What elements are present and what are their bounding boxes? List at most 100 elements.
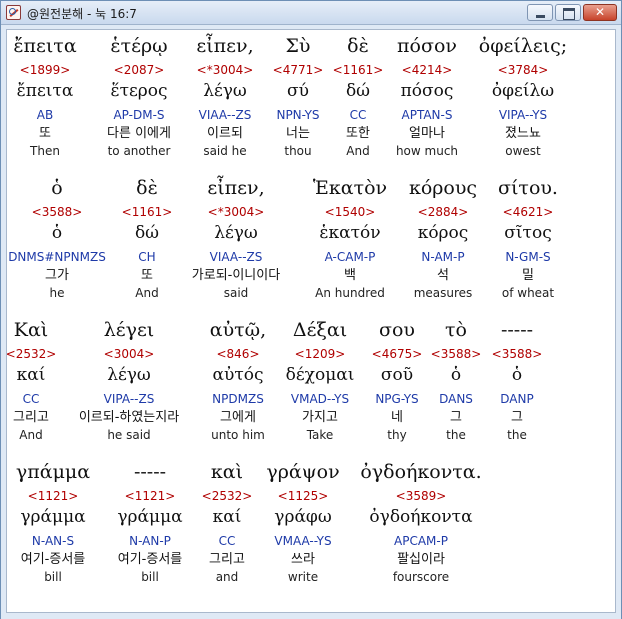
word-cell[interactable]: αὐτῷ, <846> αὐτός NPDMZS 그에게 unto him [203, 314, 273, 444]
lemma: ἑκατόν [319, 223, 381, 243]
greek-word: Σὺ [285, 35, 311, 57]
minimize-button[interactable] [527, 4, 553, 21]
korean-gloss: 팔십이라 [397, 552, 445, 567]
strong-number[interactable]: <2087> [114, 62, 165, 79]
lemma: ἔπειτα [16, 81, 74, 101]
word-cell[interactable]: γπάμμα <1121> γράμμα N-AN-S 여기-증서를 bill [7, 456, 99, 586]
korean-gloss: 졌느뇨 [505, 126, 541, 141]
lemma: ὁ [511, 365, 523, 385]
english-gloss: Take [306, 428, 334, 442]
word-cell[interactable]: καὶ <2532> καί CC 그리고 and [199, 456, 255, 586]
greek-word: πόσον [397, 35, 457, 57]
strong-number[interactable]: <2884> [418, 204, 469, 221]
lemma: σοῦ [380, 365, 414, 385]
greek-word: Ἑκατὸν [312, 177, 388, 199]
word-cell[interactable]: ὁ <3588> ὁ DNMS#NPNMZS 그가 he [7, 172, 107, 302]
korean-gloss: 그에게 [220, 410, 256, 425]
english-gloss: And [19, 428, 43, 442]
greek-word: ὀγδοήκοντα. [360, 461, 482, 483]
word-cell[interactable]: Καὶ <2532> καί CC 그리고 And [7, 314, 56, 444]
word-cell[interactable]: δὲ <1161> δώ CH 또 And [117, 172, 177, 302]
strong-number[interactable]: <1161> [122, 204, 173, 221]
english-gloss: he said [107, 428, 151, 442]
word-cell[interactable]: ἔπειτα <1899> ἔπειτα AB 또 Then [9, 30, 81, 160]
strong-number[interactable]: <846> [216, 346, 259, 363]
strong-number[interactable]: <2532> [7, 346, 56, 363]
parsing-code: VIAA--ZS [198, 108, 252, 122]
word-cell[interactable]: Ἑκατὸν <1540> ἑκατόν A-CAM-P 백 An hundre… [299, 172, 401, 302]
strong-number[interactable]: <3589> [396, 488, 447, 505]
word-cell[interactable]: σου <4675> σοῦ NPG-YS 네 thy [367, 314, 427, 444]
english-gloss: thou [284, 144, 312, 158]
strong-number[interactable]: <*3004> [208, 204, 265, 221]
word-cell[interactable]: σίτου. <4621> σῖτος N-GM-S 밀 of wheat [491, 172, 565, 302]
word-cell[interactable]: Σὺ <4771> σύ NPN-YS 너는 thou [269, 30, 327, 160]
english-gloss: fourscore [392, 570, 450, 584]
lemma: λέγω [107, 365, 151, 385]
parsing-code: APTAN-S [401, 108, 453, 122]
strong-number[interactable]: <2532> [202, 488, 253, 505]
parsing-code: VMAD--YS [290, 392, 350, 406]
strong-number[interactable]: <1125> [278, 488, 329, 505]
lemma: γράφω [274, 507, 332, 527]
greek-word: σίτου. [498, 177, 558, 199]
strong-number[interactable]: <3588> [492, 346, 543, 363]
english-gloss: measures [413, 286, 473, 300]
parsing-code: VIPA--ZS [103, 392, 155, 406]
word-cell[interactable]: πόσον <4214> πόσος APTAN-S 얼마나 how much [391, 30, 463, 160]
korean-gloss: 또한 [346, 126, 370, 141]
korean-gloss: 얼마나 [409, 126, 445, 141]
word-cell[interactable]: τὸ <3588> ὁ DANS 그 the [431, 314, 482, 444]
parsing-code: N-AN-S [31, 534, 75, 548]
korean-gloss: 다른 이에게 [107, 126, 171, 141]
strong-number[interactable]: <4621> [503, 204, 554, 221]
strong-number[interactable]: <1209> [295, 346, 346, 363]
lemma: δέχομαι [285, 365, 355, 385]
english-gloss: bill [141, 570, 159, 584]
parsing-code: NPDMZS [212, 392, 264, 406]
strong-number[interactable]: <4771> [273, 62, 324, 79]
app-icon[interactable] [6, 5, 21, 20]
strong-number[interactable]: <1899> [20, 62, 71, 79]
strong-number[interactable]: <1121> [28, 488, 79, 505]
english-gloss: said [223, 286, 249, 300]
english-gloss: said he [203, 144, 247, 158]
strong-number[interactable]: <1121> [125, 488, 176, 505]
parsing-code: DANS [439, 392, 473, 406]
word-cell[interactable]: δὲ <1161> δώ CC 또한 And [333, 30, 384, 160]
word-cell[interactable]: εἶπεν, <*3004> λέγω VIAA--ZS 가로되-이니이다 sa… [179, 172, 293, 302]
greek-word: δὲ [347, 35, 369, 57]
strong-number[interactable]: <1540> [325, 204, 376, 221]
close-button[interactable] [583, 4, 617, 21]
strong-number[interactable]: <3588> [32, 204, 83, 221]
lemma: δώ [345, 81, 371, 101]
strong-number[interactable]: <1161> [333, 62, 384, 79]
english-gloss: of wheat [501, 286, 555, 300]
word-cell[interactable]: λέγει <3004> λέγω VIPA--ZS 이르되-하였는지라 he … [63, 314, 195, 444]
word-cell[interactable]: ----- <3588> ὁ DANP 그 the [491, 314, 543, 444]
word-cell[interactable]: ὀγδοήκοντα. <3589> ὀγδοήκοντα APCAM-P 팔십… [353, 456, 489, 586]
greek-word: λέγει [103, 319, 155, 341]
strong-number[interactable]: <4214> [402, 62, 453, 79]
word-cell[interactable]: ὀφείλεις; <3784> ὀφείλω VIPA--YS 졌느뇨 owe… [473, 30, 573, 160]
strong-number[interactable]: <*3004> [197, 62, 254, 79]
greek-word: ὀφείλεις; [478, 35, 568, 57]
parsing-code: N-AN-P [129, 534, 171, 548]
maximize-button[interactable] [555, 4, 581, 21]
strong-number[interactable]: <4675> [372, 346, 423, 363]
lemma: αὐτός [212, 365, 264, 385]
word-cell[interactable]: γράψον <1125> γράφω VMAA--YS 쓰라 write [263, 456, 343, 586]
word-cell[interactable]: κόρους <2884> κόρος N-AM-P 석 measures [405, 172, 481, 302]
word-cell[interactable]: Δέξαι <1209> δέχομαι VMAD--YS 가지고 Take [279, 314, 361, 444]
strong-number[interactable]: <3004> [104, 346, 155, 363]
korean-gloss: 쓰라 [291, 552, 315, 567]
word-cell[interactable]: ----- <1121> γράμμα N-AN-P 여기-증서를 bill [107, 456, 193, 586]
word-cell[interactable]: ἑτέρῳ <2087> ἕτερος AP-DM-S 다른 이에게 to an… [97, 30, 181, 160]
greek-word: κόρους [408, 177, 478, 199]
strong-number[interactable]: <3784> [498, 62, 549, 79]
greek-word: ἔπειτα [13, 35, 77, 57]
title-bar[interactable]: @원전분해 - 눅 16:7 [1, 1, 621, 25]
interlinear-panel: ἔπειτα <1899> ἔπειτα AB 또 Then ἑτέρῳ <20… [6, 29, 616, 613]
word-cell[interactable]: εἶπεν, <*3004> λέγω VIAA--ZS 이르되 said he [187, 30, 263, 160]
strong-number[interactable]: <3588> [431, 346, 482, 363]
